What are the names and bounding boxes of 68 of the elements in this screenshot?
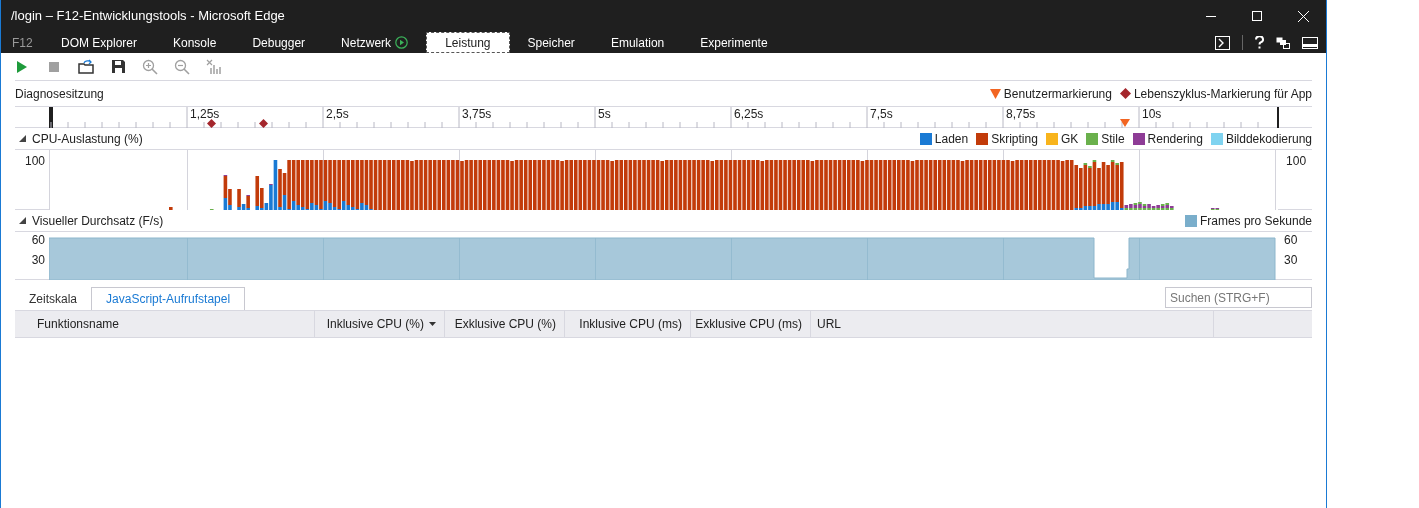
collapse-arrow-icon[interactable] (19, 217, 26, 224)
minimize-icon (1206, 15, 1216, 17)
zoom-in-icon (142, 58, 158, 75)
diamond-marker-icon (1119, 88, 1131, 99)
stop-icon (49, 61, 59, 72)
legend-label: Bilddekodierung (1225, 130, 1312, 148)
sort-down-icon (429, 322, 436, 326)
diamond-marker-icon (259, 119, 268, 128)
tab[interactable]: JavaScript-Aufrufstapel (91, 287, 246, 310)
legend-label: Laden (934, 130, 969, 148)
help-icon[interactable] (1255, 36, 1264, 49)
legend-label: Skripting (991, 130, 1038, 148)
folder-icon (78, 59, 94, 74)
axis-label: 60 (31, 233, 45, 247)
axis-label: 100 (24, 153, 45, 170)
legend-label: Rendering (1147, 130, 1203, 148)
column-header[interactable]: Funktionsname (15, 311, 315, 337)
dock-icon[interactable] (1302, 36, 1318, 49)
tab[interactable]: DOM Explorer (43, 32, 155, 53)
axis-label: 60 (1284, 233, 1299, 247)
triangle-marker-icon (1120, 119, 1130, 127)
tab[interactable]: Netzwerk (323, 32, 427, 53)
time-label: 8,75s (1006, 107, 1036, 121)
collapse-arrow-icon[interactable] (19, 135, 26, 142)
play-circle-icon (395, 36, 409, 49)
section-title: Visueller Durchsatz (F/s) (32, 212, 164, 230)
save-icon (111, 60, 125, 73)
play-icon (16, 59, 28, 74)
clear-chart-icon (206, 58, 222, 75)
close-icon (1297, 10, 1309, 22)
legend-label: Benutzermarkierung (1003, 85, 1112, 103)
time-label: 3,75s (462, 107, 492, 121)
column-header[interactable]: Exklusive CPU (ms) (691, 311, 811, 337)
tab[interactable]: Emulation (592, 32, 683, 53)
tab[interactable]: Debugger (234, 32, 324, 53)
time-label: 6,25s (734, 107, 764, 121)
time-label: 1,25s (190, 107, 220, 121)
axis-label: 100 (1286, 154, 1307, 168)
time-label: 2,5s (326, 107, 349, 121)
legend-label: Stile (1101, 130, 1125, 148)
windows-icon[interactable] (1276, 36, 1290, 49)
tab[interactable]: Konsole (155, 32, 235, 53)
section-title: Diagnosesitzung (15, 85, 104, 103)
legend-label: Lebenszyklus-Markierung für App (1133, 85, 1312, 103)
legend-label: Frames pro Sekunde (1199, 212, 1312, 230)
tab[interactable]: Speicher (509, 32, 593, 53)
zoom-out-icon (174, 58, 190, 75)
column-header[interactable]: Exklusive CPU (%) (445, 311, 565, 337)
triangle-marker-icon (989, 88, 1001, 99)
time-label: 5s (598, 107, 611, 121)
search-field[interactable]: Suchen (STRG+F) (1165, 287, 1312, 308)
column-header[interactable]: Inklusive CPU (%) (315, 311, 445, 337)
legend-label: GK (1060, 130, 1079, 148)
tab[interactable]: Zeitskala (15, 287, 92, 310)
section-title: CPU-Auslastung (%) (32, 130, 143, 148)
window-title: /login – F12-Entwicklungstools - Microsoft Edge (11, 7, 285, 26)
axis-label: 30 (1284, 253, 1299, 267)
maximize-icon (1252, 11, 1262, 21)
time-label: 7,5s (870, 107, 893, 121)
axis-label: 30 (31, 253, 45, 267)
tab[interactable]: Experimente (682, 32, 786, 53)
column-header[interactable]: Inklusive CPU (ms) (565, 311, 691, 337)
diamond-marker-icon (207, 119, 216, 128)
time-label: 10s (1142, 107, 1162, 121)
tab[interactable]: Leistung (426, 32, 510, 53)
console-icon[interactable] (1215, 35, 1230, 50)
column-header[interactable]: URL (811, 311, 1214, 337)
devtools-label: F12 (11, 34, 34, 52)
